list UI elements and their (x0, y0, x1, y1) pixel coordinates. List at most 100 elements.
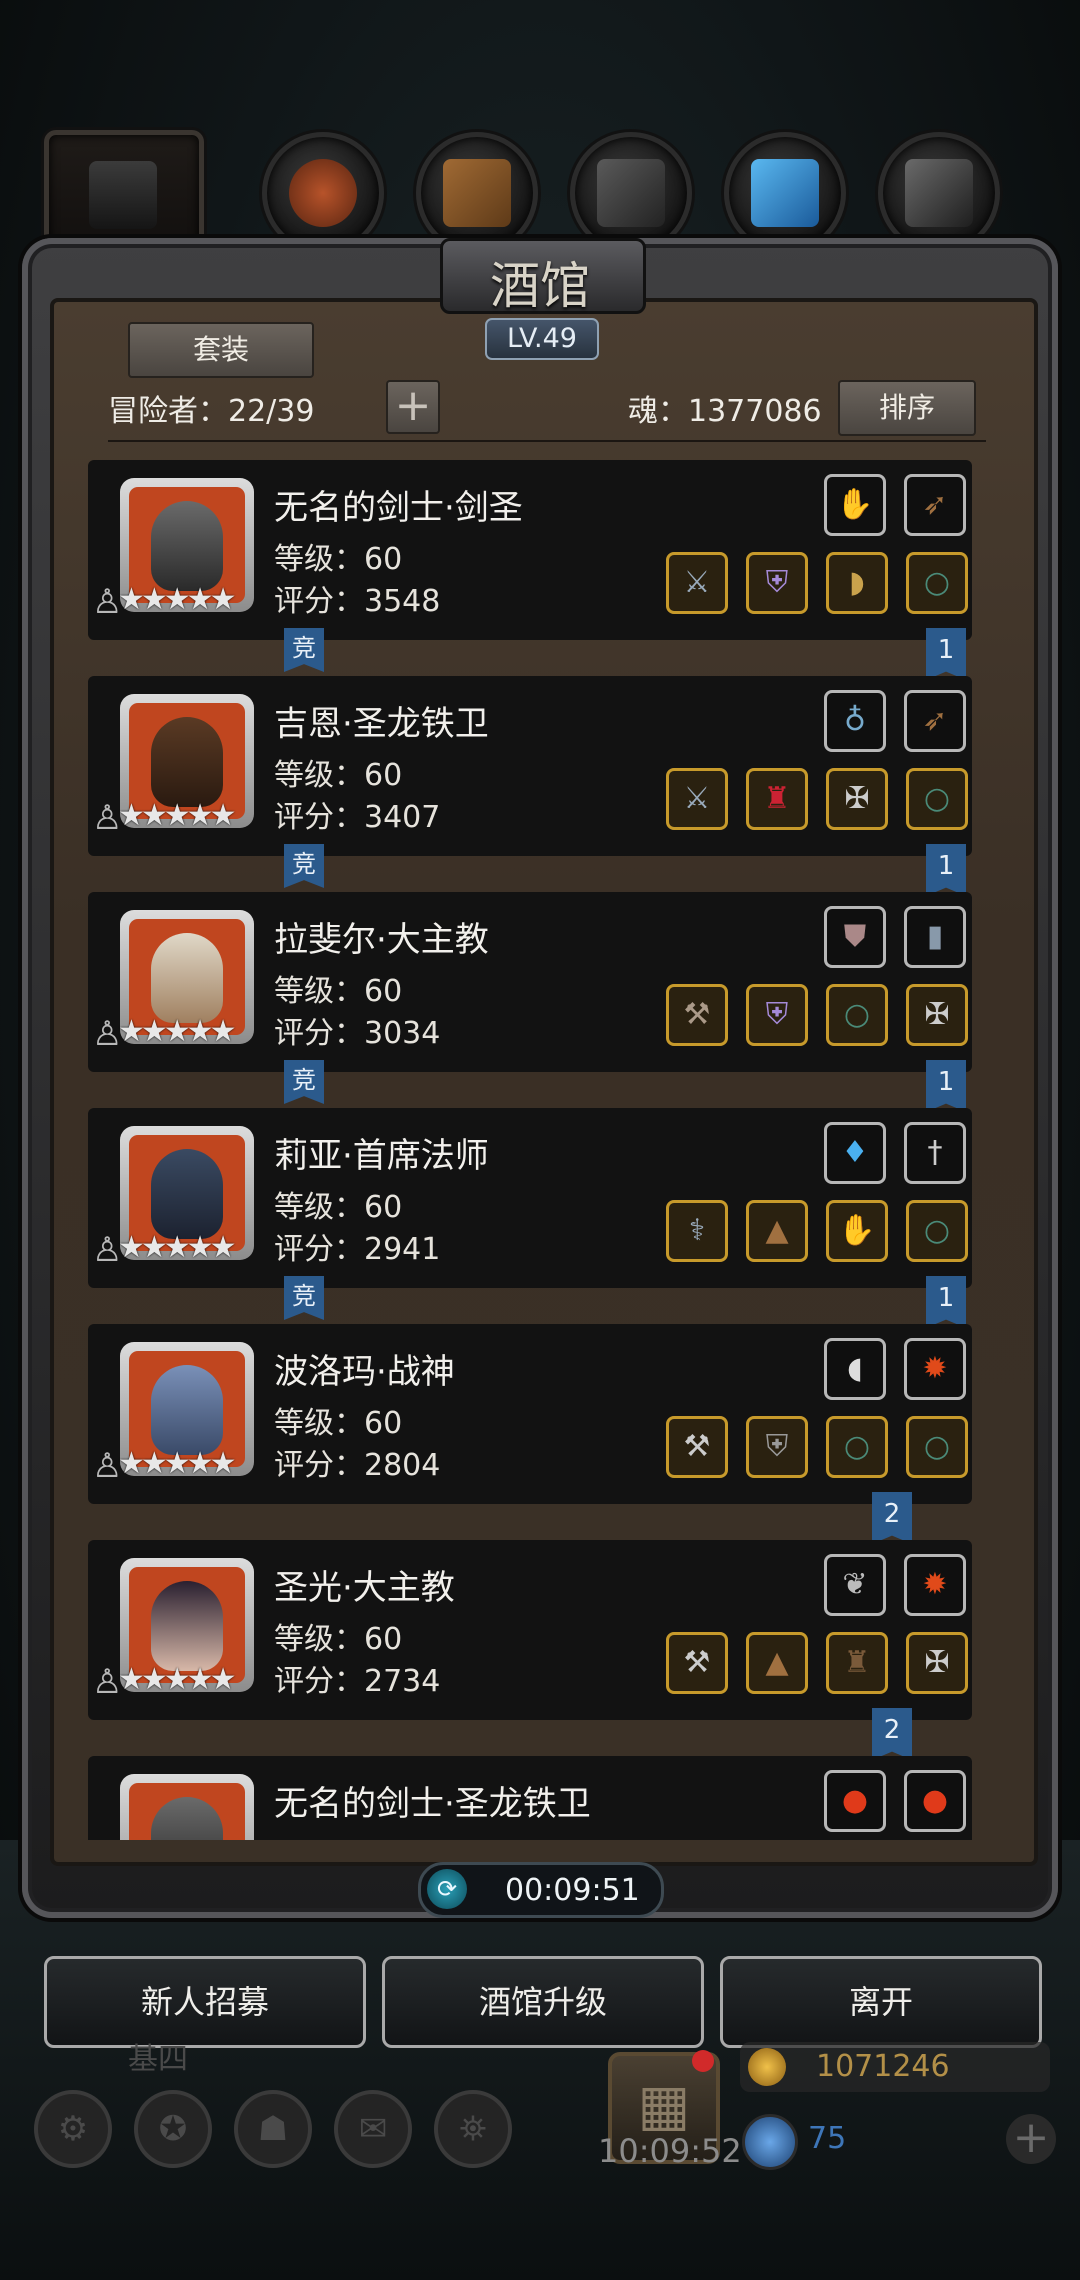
emblem-slot[interactable]: ✹ (904, 1554, 966, 1616)
hero-name: 波洛玛·战神 (274, 1352, 455, 1392)
shield-icon: ⛊ (843, 919, 867, 954)
ring-slot[interactable]: ○ (906, 1416, 968, 1478)
rank-tag: 1 (926, 628, 966, 680)
gem-icon (742, 2114, 798, 2170)
hero-score: 评分：2734 (274, 1664, 441, 1699)
ring-slot[interactable]: ○ (906, 768, 968, 830)
amulet-slot[interactable]: ✠ (906, 984, 968, 1046)
hero-name: 无名的剑士·圣龙铁卫 (274, 1784, 591, 1824)
shield-slot[interactable]: ⛊ (824, 906, 886, 968)
ring-slot[interactable]: ○ (906, 1200, 968, 1262)
guild-icon[interactable]: ⛯ (434, 2090, 512, 2168)
adventurer-count: 冒险者：22/39 (108, 394, 315, 429)
recruit-button[interactable]: 新人招募 (44, 1956, 366, 2048)
tab-wood[interactable] (416, 132, 538, 254)
staff-slot[interactable]: ⚕ (666, 1200, 728, 1262)
necklace-icon: ♁ (844, 703, 866, 738)
mace-slot[interactable]: ⚒ (666, 984, 728, 1046)
sort-button[interactable]: 排序 (838, 380, 976, 436)
hero-card[interactable]: 无名的剑士·圣龙铁卫 ● ● (88, 1756, 972, 1840)
hat-slot[interactable]: ▲ (746, 1632, 808, 1694)
amulet-icon: ✠ (844, 781, 870, 816)
horn-slot[interactable]: ◗ (826, 552, 888, 614)
sword-slot[interactable]: ⚔ (666, 552, 728, 614)
hat-slot[interactable]: ▲ (746, 1200, 808, 1262)
armor-icon: ⛨ (765, 997, 789, 1032)
dagger-slot[interactable]: † (904, 1122, 966, 1184)
hammer-slot[interactable]: ⚒ (666, 1632, 728, 1694)
hero-level: 等级：60 (274, 1406, 403, 1441)
divider (108, 440, 986, 442)
hero-card[interactable]: ♙ ★★★★★ 拉斐尔·大主教 等级：60 评分：3034 ⛊ ▮ ⚒ ⛨ ○ … (88, 892, 972, 1072)
boots-icon: ➶ (922, 703, 948, 738)
settings-gear-icon[interactable]: ⚙ (34, 2090, 112, 2168)
timer-value: 00:09:51 (505, 1873, 640, 1908)
ring-slot[interactable]: ○ (906, 552, 968, 614)
tavern-level-badge: LV.49 (485, 318, 599, 360)
hero-card[interactable]: ♙ ★★★★★ 吉恩·圣龙铁卫 等级：60 评分：3407 ♁ ➶ ⚔ ♜ ✠ … (88, 676, 972, 856)
robe-slot[interactable]: ♜ (826, 1632, 888, 1694)
hero-name: 莉亚·首席法师 (274, 1136, 489, 1176)
tooth-slot[interactable]: ◖ (824, 1338, 886, 1400)
boots-slot[interactable]: ➶ (904, 690, 966, 752)
gloves-slot[interactable]: ✋ (826, 1200, 888, 1262)
mail-icon[interactable]: ✉ (334, 2090, 412, 2168)
gem-slot[interactable]: ♦ (824, 1122, 886, 1184)
gold-counter: 1071246 (740, 2042, 1050, 2092)
competition-tag: 竞 (284, 1276, 324, 1320)
tab-food[interactable] (262, 132, 384, 254)
hero-level: 等级：60 (274, 758, 403, 793)
star-rating: ★★★★★ (118, 1446, 237, 1481)
fang-icon: ◖ (847, 1351, 863, 1386)
knight-helmet-avatar (151, 1797, 223, 1840)
amulet-slot[interactable]: ✠ (906, 1632, 968, 1694)
flame-emblem-icon: ✹ (922, 1351, 948, 1386)
hero-card[interactable]: ♙ ★★★★★ 波洛玛·战神 等级：60 评分：2804 ◖ ✹ ⚒ ⛨ ○ ○ (88, 1324, 972, 1504)
gauntlet-icon: ✋ (836, 487, 874, 522)
tab-crystal[interactable] (724, 132, 846, 254)
set-button[interactable]: 套装 (128, 322, 314, 378)
hero-list[interactable]: ♙ ★★★★★ 无名的剑士·剑圣 等级：60 评分：3548 ✋ ➶ ⚔ ⛨ ◗… (88, 460, 988, 1840)
feather-slot[interactable]: ❦ (824, 1554, 886, 1616)
book-slot[interactable]: ▮ (904, 906, 966, 968)
book-icon: ▮ (926, 919, 944, 954)
gauntlet-slot[interactable]: ✋ (824, 474, 886, 536)
robe-slot[interactable]: ♜ (746, 768, 808, 830)
tab-stone[interactable] (570, 132, 692, 254)
tab-iron[interactable] (878, 132, 1000, 254)
hero-card[interactable]: ♙ ★★★★★ 圣光·大主教 等级：60 评分：2734 ❦ ✹ ⚒ ▲ ♜ ✠ (88, 1540, 972, 1720)
helmet-menu-icon[interactable]: ☗ (234, 2090, 312, 2168)
add-adventurer-slot-button[interactable]: + (386, 380, 440, 434)
rank-tag: 1 (926, 1276, 966, 1328)
hero-portrait[interactable] (120, 1774, 254, 1840)
gem-slot[interactable]: ● (904, 1770, 966, 1832)
ring-slot[interactable]: ○ (826, 1416, 888, 1478)
boots-slot[interactable]: ➶ (904, 474, 966, 536)
robe-icon: ♜ (763, 781, 791, 816)
sword-slot[interactable]: ⚔ (666, 768, 728, 830)
leave-button[interactable]: 离开 (720, 1956, 1042, 2048)
gold-coin-icon (748, 2048, 786, 2086)
soul-count: 魂：1377086 (628, 394, 822, 429)
hero-level: 等级：60 (274, 1190, 403, 1225)
gem-slot[interactable]: ● (824, 1770, 886, 1832)
star-rating: ★★★★★ (118, 1230, 237, 1265)
rank-tag: 1 (926, 844, 966, 896)
hero-card[interactable]: ♙ ★★★★★ 莉亚·首席法师 等级：60 评分：2941 ♦ † ⚕ ▲ ✋ … (88, 1108, 972, 1288)
amulet-slot[interactable]: ✠ (826, 768, 888, 830)
notification-dot (692, 2050, 714, 2072)
armor-slot[interactable]: ⛨ (746, 1416, 808, 1478)
ring-slot[interactable]: ○ (826, 984, 888, 1046)
armor-slot[interactable]: ⛨ (746, 552, 808, 614)
upgrade-tavern-button[interactable]: 酒馆升级 (382, 1956, 704, 2048)
armor-slot[interactable]: ⛨ (746, 984, 808, 1046)
amulet-icon: ✠ (924, 997, 950, 1032)
add-gems-button[interactable]: + (1006, 2114, 1056, 2164)
horned-war-god-avatar (151, 1365, 223, 1455)
crystal-icon (751, 159, 819, 227)
hero-card[interactable]: ♙ ★★★★★ 无名的剑士·剑圣 等级：60 评分：3548 ✋ ➶ ⚔ ⛨ ◗… (88, 460, 972, 640)
necklace-slot[interactable]: ♁ (824, 690, 886, 752)
axe-slot[interactable]: ⚒ (666, 1416, 728, 1478)
star-menu-icon[interactable]: ✪ (134, 2090, 212, 2168)
emblem-slot[interactable]: ✹ (904, 1338, 966, 1400)
